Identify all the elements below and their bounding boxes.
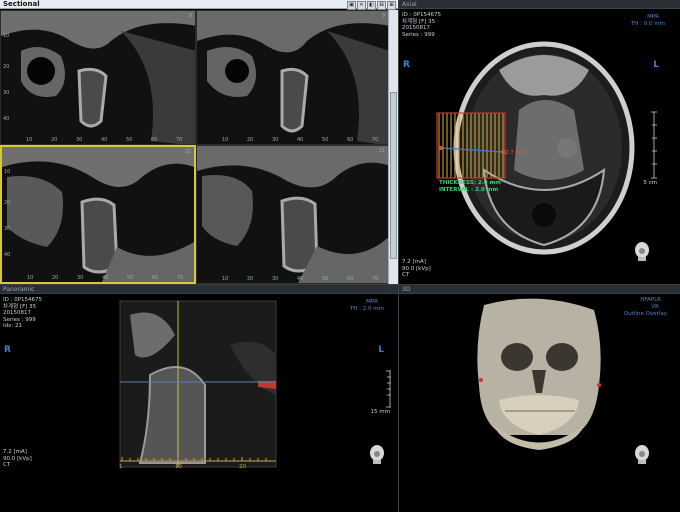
x-tick: 30	[76, 137, 83, 143]
x-tick: 70	[176, 137, 183, 143]
x-tick: 40	[297, 276, 304, 282]
sectional-title: Sectional	[3, 0, 40, 8]
measurement-label: 2.7 mm	[505, 150, 527, 156]
x-tick: 60	[347, 276, 354, 282]
y-tick: 10	[3, 33, 10, 39]
tile-number: 11	[378, 148, 385, 154]
minimize-icon[interactable]: ⊟	[377, 1, 386, 10]
x-tick: 60	[347, 137, 354, 143]
y-tick: 10	[4, 169, 11, 175]
sectional-panel: Sectional ▣ ✕ ◧ ⊟ ⊞ 9 10 20 30 40 10 20	[0, 0, 398, 284]
ct-slice-image	[1, 11, 195, 144]
scroll-thumb[interactable]	[390, 92, 397, 259]
scale-bar	[651, 111, 657, 179]
x-tick: 70	[372, 276, 379, 282]
acquisition-info: 7.2 [mA] 90.0 [kVp] CT	[402, 259, 431, 279]
layout-icon[interactable]: ▣	[347, 1, 356, 10]
close-icon[interactable]: ✕	[357, 1, 366, 10]
x-tick: 30	[77, 275, 84, 281]
y-ruler: 10 20 30 40	[3, 11, 15, 136]
threed-panel: 3D HFAPLR VR Outline Overlay	[398, 284, 680, 512]
sectional-scrollbar[interactable]	[388, 10, 398, 284]
axial-panel: Axial ID : 0P154675 차계형 [F] 35 20150817 …	[398, 0, 680, 284]
tile-number: 9	[188, 13, 192, 19]
x-ruler: 10 20 30 40 50 60 70	[197, 276, 388, 282]
x-tick: 40	[101, 137, 108, 143]
ct-slice-image	[2, 147, 194, 282]
split-icon[interactable]: ◧	[367, 1, 376, 10]
x-ruler: 10 20 30 40 50 60 70	[197, 137, 388, 143]
x-tick: 20	[247, 276, 254, 282]
sectional-tile-1[interactable]: 9 10 20 30 40 10 20 30 40 50 60 70	[0, 10, 196, 145]
sectional-header: Sectional ▣ ✕ ◧ ⊟ ⊞	[0, 0, 398, 10]
x-tick: 60	[152, 275, 159, 281]
panoramic-panel: Panoramic ID : 0P154675 차계형 [F] 35 20150…	[0, 284, 398, 512]
y-tick: 20	[4, 200, 11, 206]
head-orientation-icon[interactable]	[633, 240, 651, 262]
x-tick: 20	[239, 464, 246, 470]
scale-label: 5 cm	[643, 180, 657, 186]
scale-label: 15 mm	[370, 409, 390, 415]
x-tick: 10	[175, 464, 182, 470]
sectional-tile-3-active[interactable]: 10 10 20 30 40 10 20 30 40 50 60 70	[0, 145, 196, 284]
panoramic-ct-image[interactable]	[0, 285, 398, 512]
y-tick: 40	[3, 116, 10, 122]
x-ruler: 10 20 30 40 50 60 70	[2, 275, 194, 281]
x-tick: 70	[372, 137, 379, 143]
head-orientation-icon[interactable]	[633, 443, 651, 465]
thickness-annotation: THICKNESS: 2.0 mm INTERVAL : 2.0 mm	[439, 180, 501, 193]
x-tick: 50	[322, 276, 329, 282]
x-tick: 50	[126, 137, 133, 143]
sectional-tile-4[interactable]: 11 10 20 30 40 50 60 70	[196, 145, 389, 284]
head-orientation-icon[interactable]	[368, 443, 386, 465]
y-ruler: 10 20 30 40	[4, 147, 16, 274]
y-tick: 30	[4, 226, 11, 232]
x-tick: 50	[322, 137, 329, 143]
scale-bar	[386, 370, 391, 408]
x-tick: 40	[102, 275, 109, 281]
x-tick: 30	[272, 137, 279, 143]
x-tick: 40	[297, 137, 304, 143]
y-tick: 30	[3, 90, 10, 96]
x-tick: 10	[222, 276, 229, 282]
x-ruler: 10 20 30 40 50 60 70	[1, 137, 195, 143]
skull-3d-render[interactable]	[399, 285, 680, 512]
acquisition-info: 7.2 [mA] 90.0 [kVp] CT	[3, 449, 32, 469]
x-tick: 10	[222, 137, 229, 143]
sectional-window-controls: ▣ ✕ ◧ ⊟ ⊞	[347, 1, 396, 10]
x-tick: 10	[27, 275, 34, 281]
sectional-tile-2[interactable]: 9 10 20 30 40 50 60 70	[196, 10, 389, 145]
ct-slice-image	[197, 11, 388, 144]
x-tick: 20	[51, 137, 58, 143]
x-tick: 10	[26, 137, 33, 143]
tile-number: 9	[381, 13, 385, 19]
y-tick: 20	[3, 64, 10, 70]
x-tick: 50	[127, 275, 134, 281]
tile-number: 10	[184, 149, 191, 155]
y-tick: 40	[4, 252, 11, 258]
x-tick: 20	[247, 137, 254, 143]
x-tick: 60	[151, 137, 158, 143]
x-tick: 1	[119, 464, 123, 470]
x-tick: 30	[272, 276, 279, 282]
ct-slice-image	[197, 146, 388, 283]
x-tick: 20	[52, 275, 59, 281]
maximize-icon[interactable]: ⊞	[387, 1, 396, 10]
x-tick: 70	[177, 275, 184, 281]
